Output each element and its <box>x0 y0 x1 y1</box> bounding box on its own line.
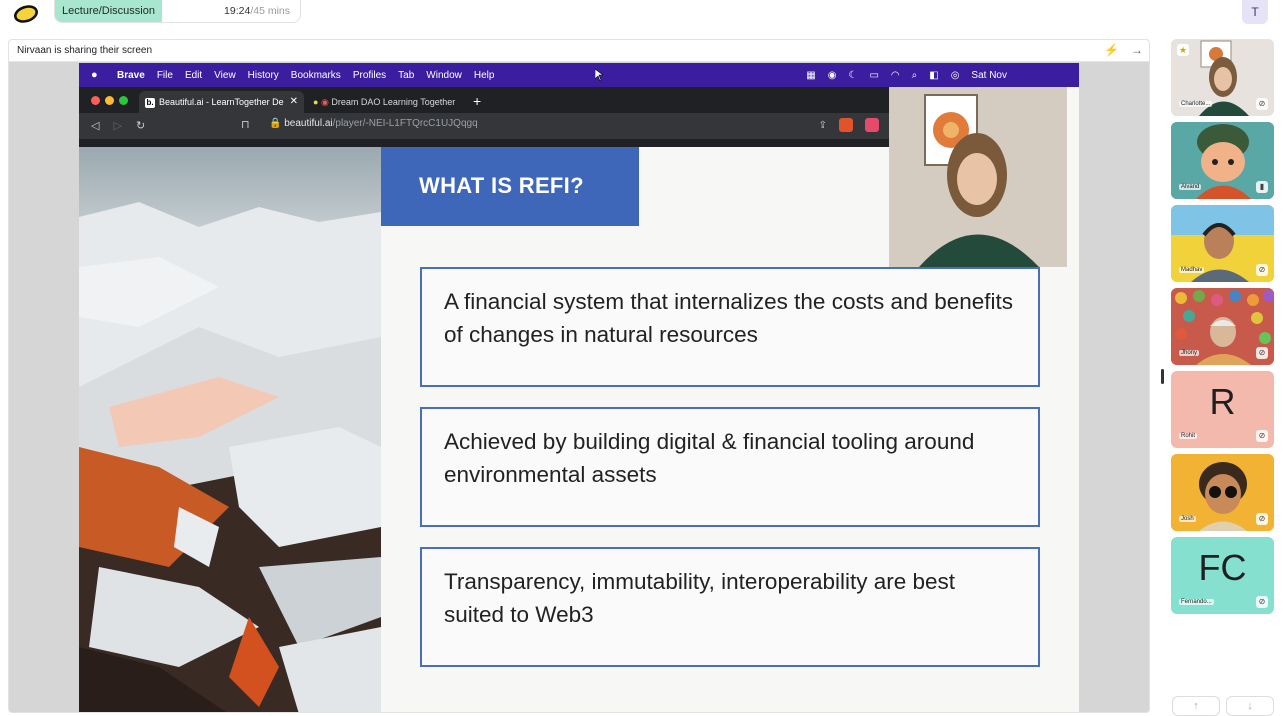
arrow-right-icon[interactable]: → <box>1131 43 1143 57</box>
apple-icon: ● <box>91 69 98 81</box>
participant-tile[interactable]: ★ Charlotte... ⊘ <box>1171 39 1274 116</box>
control-center-icon: ◧ <box>929 69 939 81</box>
mouse-cursor-icon <box>595 69 603 81</box>
menu-file: File <box>156 69 173 81</box>
session-type-label: Lecture/Discussion <box>55 0 162 22</box>
share-icon: ⇪ <box>818 119 827 131</box>
participant-initials: FC <box>1198 547 1247 588</box>
mic-muted-icon: ⊘ <box>1256 347 1268 359</box>
app-logo-icon[interactable] <box>12 4 40 24</box>
participant-tile[interactable]: FC Fernando... ⊘ <box>1171 537 1274 614</box>
brave-shield-icon <box>839 118 853 132</box>
lightning-icon[interactable]: ⚡ <box>1104 43 1119 57</box>
participant-tile[interactable]: Jhony ⊘ <box>1171 288 1274 365</box>
tab-favicon-icon: ● <box>313 97 319 107</box>
battery-icon: ▭ <box>869 69 879 81</box>
siri-icon: ◎ <box>950 69 960 81</box>
mac-menu-bar: ● Brave File Edit View History Bookmarks… <box>79 63 1079 87</box>
window-controls <box>91 96 128 105</box>
presenter-video-feed <box>889 87 1067 267</box>
slide-card-2: Achieved by building digital & financial… <box>420 407 1040 527</box>
mic-muted-icon: ⊘ <box>1256 264 1268 276</box>
reload-icon: ↻ <box>135 120 146 132</box>
menu-window: Window <box>426 69 462 81</box>
moon-icon: ☾ <box>848 69 858 81</box>
record-icon: ◉ <box>827 69 837 81</box>
mountain-photo <box>79 147 381 712</box>
brave-rewards-icon <box>865 118 879 132</box>
slide-card-text: Achieved by building digital & financial… <box>444 429 975 487</box>
participant-initials: R <box>1209 381 1236 422</box>
tab-label: Dream DAO Learning Together <box>331 97 456 107</box>
participant-name: Josh <box>1179 516 1196 522</box>
forward-icon: ▷ <box>113 120 122 132</box>
minimize-window-icon <box>105 96 114 105</box>
participant-name: Alvand <box>1179 184 1202 190</box>
mic-muted-icon: ⊘ <box>1256 430 1268 442</box>
presenter-webcam-overlay <box>889 87 1067 267</box>
address-bar: 🔒 beautiful.ai/player/-NEI-L1FTQrcC1UJQq… <box>269 118 478 129</box>
browser-tab: ● ◉ Dream DAO Learning Together <box>307 91 467 113</box>
scroll-down-button[interactable]: ↓ <box>1226 696 1274 716</box>
star-icon[interactable]: ★ <box>1177 44 1189 56</box>
menu-bookmarks: Bookmarks <box>290 69 341 81</box>
wifi-icon: ◠ <box>890 69 900 81</box>
participant-name: Fernando... <box>1179 599 1214 605</box>
scroll-up-button[interactable]: ↑ <box>1172 696 1220 716</box>
search-icon: ⌕ <box>911 69 918 81</box>
participant-name: Charlotte... <box>1179 101 1213 107</box>
user-avatar[interactable]: T <box>1242 0 1268 24</box>
slide-card-3: Transparency, immutability, interoperabi… <box>420 547 1040 667</box>
mic-muted-icon: ⊘ <box>1256 596 1268 608</box>
bookmark-icon: ⊓ <box>241 119 250 131</box>
participant-name: Madhav <box>1179 267 1205 273</box>
session-status[interactable]: Lecture/Discussion 19:24/45 mins <box>54 0 301 23</box>
menu-tab: Tab <box>398 69 415 81</box>
participant-tile[interactable]: Alvand ▮ <box>1171 122 1274 199</box>
mic-icon: ▮ <box>1256 181 1268 193</box>
slide-title: WHAT IS REFI? <box>419 173 584 198</box>
grid-icon: ▦ <box>806 69 816 81</box>
recording-icon: ◉ <box>320 97 329 107</box>
participant-tile[interactable]: Josh ⊘ <box>1171 454 1274 531</box>
browser-window: b. Beautiful.ai - LearnTogether De ✕ ● ◉ … <box>79 87 889 147</box>
share-header: Nirvaan is sharing their screen ⚡ → <box>9 40 1149 62</box>
participant-name: Jhony <box>1179 350 1200 356</box>
slide-card-text: Transparency, immutability, interoperabi… <box>444 569 956 627</box>
menu-clock: Sat Nov <box>971 69 1007 81</box>
browser-tab-active: b. Beautiful.ai - LearnTogether De ✕ <box>139 91 304 113</box>
slide-title-box: WHAT IS REFI? <box>381 147 639 226</box>
screen-share-panel: Nirvaan is sharing their screen ⚡ → ● Br… <box>8 39 1150 713</box>
slide-card-text: A financial system that internalizes the… <box>444 289 1014 347</box>
participant-name: Rohit <box>1179 433 1198 439</box>
session-timer: 19:24/45 mins <box>224 5 290 17</box>
menu-view: View <box>214 69 236 81</box>
mic-muted-icon: ⊘ <box>1256 513 1268 525</box>
menu-help: Help <box>473 69 495 81</box>
menu-history: History <box>247 69 279 81</box>
new-tab-icon: + <box>473 93 482 109</box>
menu-profiles: Profiles <box>352 69 387 81</box>
menu-app-name: Brave <box>117 69 145 81</box>
back-icon: ◁ <box>91 120 100 132</box>
participant-tile[interactable]: Madhav ⊘ <box>1171 205 1274 282</box>
participant-tile[interactable]: R Rohit ⊘ <box>1171 371 1274 448</box>
slide-card-1: A financial system that internalizes the… <box>420 267 1040 387</box>
tab-label: Beautiful.ai - LearnTogether De <box>159 97 284 107</box>
menu-edit: Edit <box>184 69 203 81</box>
maximize-window-icon <box>119 96 128 105</box>
close-tab-icon: ✕ <box>289 96 298 107</box>
beautiful-ai-favicon: b. <box>145 97 155 108</box>
mic-muted-icon: ⊘ <box>1256 98 1268 110</box>
share-status-text: Nirvaan is sharing their screen <box>17 45 153 56</box>
shared-screen: ● Brave File Edit View History Bookmarks… <box>79 63 1079 712</box>
close-window-icon <box>91 96 100 105</box>
address-bar-row: ◁ ▷ ↻ ⊓ 🔒 beautiful.ai/player/-NEI-L1FTQ… <box>79 113 889 139</box>
sidebar-resize-handle[interactable] <box>1161 369 1164 384</box>
top-bar: Lecture/Discussion 19:24/45 mins T <box>0 0 1284 36</box>
